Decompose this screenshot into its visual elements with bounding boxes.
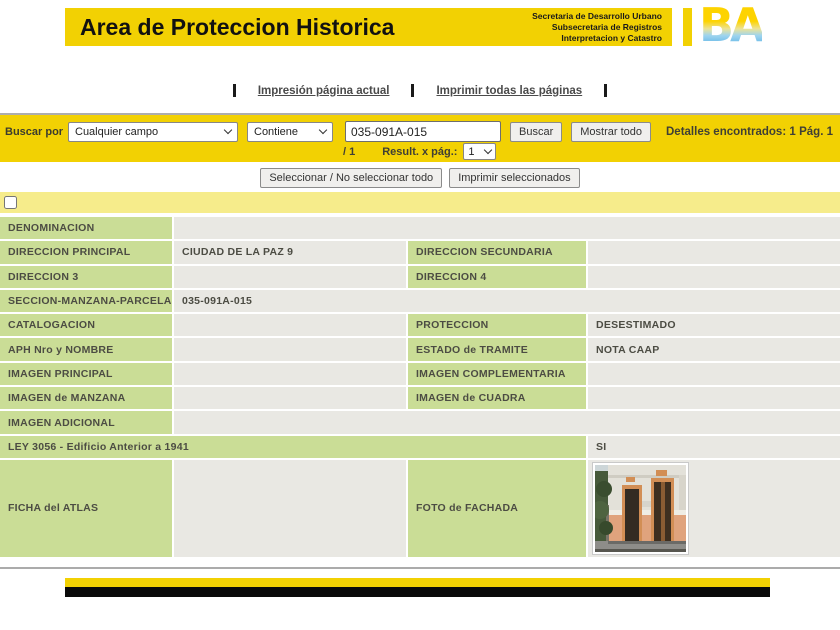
secretaria-line: Subsecretaria de Registros [551, 21, 662, 32]
print-all-pages-link[interactable]: Imprimir todas las páginas [436, 85, 582, 97]
field-value [174, 411, 840, 434]
separator-bar-icon [411, 84, 415, 97]
record-select-checkbox[interactable] [4, 196, 17, 209]
facade-photo-thumbnail[interactable] [591, 461, 689, 555]
field-label: ESTADO de TRAMITE [408, 338, 586, 361]
field-label: DIRECCION PRINCIPAL [0, 241, 172, 264]
print-current-page-link[interactable]: Impresión página actual [258, 85, 390, 97]
field-label: DENOMINACION [0, 217, 172, 240]
ba-logo: BA [699, 0, 766, 52]
field-value [588, 241, 840, 264]
chevron-down-icon [223, 125, 233, 135]
field-label: DIRECCION SECUNDARIA [408, 241, 586, 264]
search-toolbar: Buscar por Cualquier campo Contiene Busc… [0, 115, 840, 162]
buscar-button[interactable]: Buscar [510, 121, 563, 142]
field-value [174, 362, 406, 386]
field-value [588, 387, 840, 410]
selection-actions-row: Seleccionar / No seleccionar todo Imprim… [0, 168, 840, 188]
footer-yellow-bar [65, 578, 770, 587]
field-label: FICHA del ATLAS [0, 459, 172, 557]
search-field-value: Cualquier campo [75, 125, 159, 138]
search-operator-value: Contiene [254, 125, 299, 138]
field-label: IMAGEN PRINCIPAL [0, 362, 172, 386]
chevron-down-icon [484, 145, 493, 155]
field-label: APH Nro y NOMBRE [0, 338, 172, 361]
field-label: DIRECCION 3 [0, 265, 172, 288]
search-operator-select[interactable]: Contiene [247, 121, 333, 142]
field-value [174, 459, 406, 557]
record-detail-table: DENOMINACION DIRECCION PRINCIPAL CIUDAD … [0, 217, 840, 557]
search-input[interactable] [345, 121, 501, 142]
field-label: LEY 3056 - Edificio Anterior a 1941 [0, 435, 586, 458]
search-row-2: / 1 Result. x pág.: 1 [0, 142, 840, 161]
field-label: DIRECCION 4 [408, 265, 586, 288]
field-value: SI [588, 435, 840, 458]
results-per-page-value: 1 [468, 145, 475, 158]
search-row-1: Buscar por Cualquier campo Contiene Busc… [0, 115, 840, 142]
logo-separator-bar [683, 8, 692, 46]
bottom-divider [0, 567, 840, 569]
mostrar-todo-button[interactable]: Mostrar todo [571, 121, 651, 142]
search-by-label: Buscar por [5, 125, 64, 138]
field-label: SECCION-MANZANA-PARCELA [0, 289, 172, 313]
separator-bar-icon [604, 84, 608, 97]
results-count-text: Detalles encontrados: 1 [666, 125, 796, 138]
field-value [174, 314, 406, 337]
page-number-text: Pág. 1 [799, 125, 833, 138]
field-label: IMAGEN de MANZANA [0, 387, 172, 410]
separator-bar-icon [232, 84, 236, 97]
field-value [174, 387, 406, 410]
results-per-page-select[interactable]: 1 [463, 143, 497, 160]
field-value: CIUDAD DE LA PAZ 9 [174, 241, 406, 264]
aph-record-page: Area de Proteccion Historica Secretaria … [0, 0, 840, 630]
footer-black-bar [65, 587, 770, 597]
search-field-select[interactable]: Cualquier campo [68, 121, 238, 142]
field-value [174, 338, 406, 361]
results-per-page-label: Result. x pág.: [382, 145, 458, 158]
print-links-row: Impresión página actual Imprimir todas l… [0, 84, 840, 97]
secretaria-line: Interpretacion y Catastro [561, 32, 662, 43]
field-value [174, 217, 840, 240]
field-value [174, 265, 406, 288]
field-label: IMAGEN COMPLEMENTARIA [408, 362, 586, 386]
facade-photo-image [591, 464, 686, 552]
field-label: CATALOGACION [0, 314, 172, 337]
field-value [588, 362, 840, 386]
field-label: FOTO de FACHADA [408, 459, 586, 557]
field-label: IMAGEN de CUADRA [408, 387, 586, 410]
record-select-band [0, 192, 840, 213]
print-selected-button[interactable]: Imprimir seleccionados [449, 168, 580, 188]
field-value: DESESTIMADO [588, 314, 840, 337]
field-value: 035-091A-015 [174, 289, 840, 313]
secretaria-line: Secretaria de Desarrollo Urbano [532, 10, 662, 21]
header-band: Area de Proteccion Historica Secretaria … [65, 8, 672, 46]
field-value [588, 265, 840, 288]
field-label: PROTECCION [408, 314, 586, 337]
select-all-toggle-button[interactable]: Seleccionar / No seleccionar todo [260, 168, 443, 188]
page-title: Area de Proteccion Historica [80, 13, 395, 40]
chevron-down-icon [318, 125, 328, 135]
field-value [588, 459, 840, 557]
field-label: IMAGEN ADICIONAL [0, 411, 172, 434]
page-fraction-text: / 1 [343, 145, 356, 158]
field-value: NOTA CAAP [588, 338, 840, 361]
secretaria-text: Secretaria de Desarrollo Urbano Subsecre… [532, 11, 672, 44]
